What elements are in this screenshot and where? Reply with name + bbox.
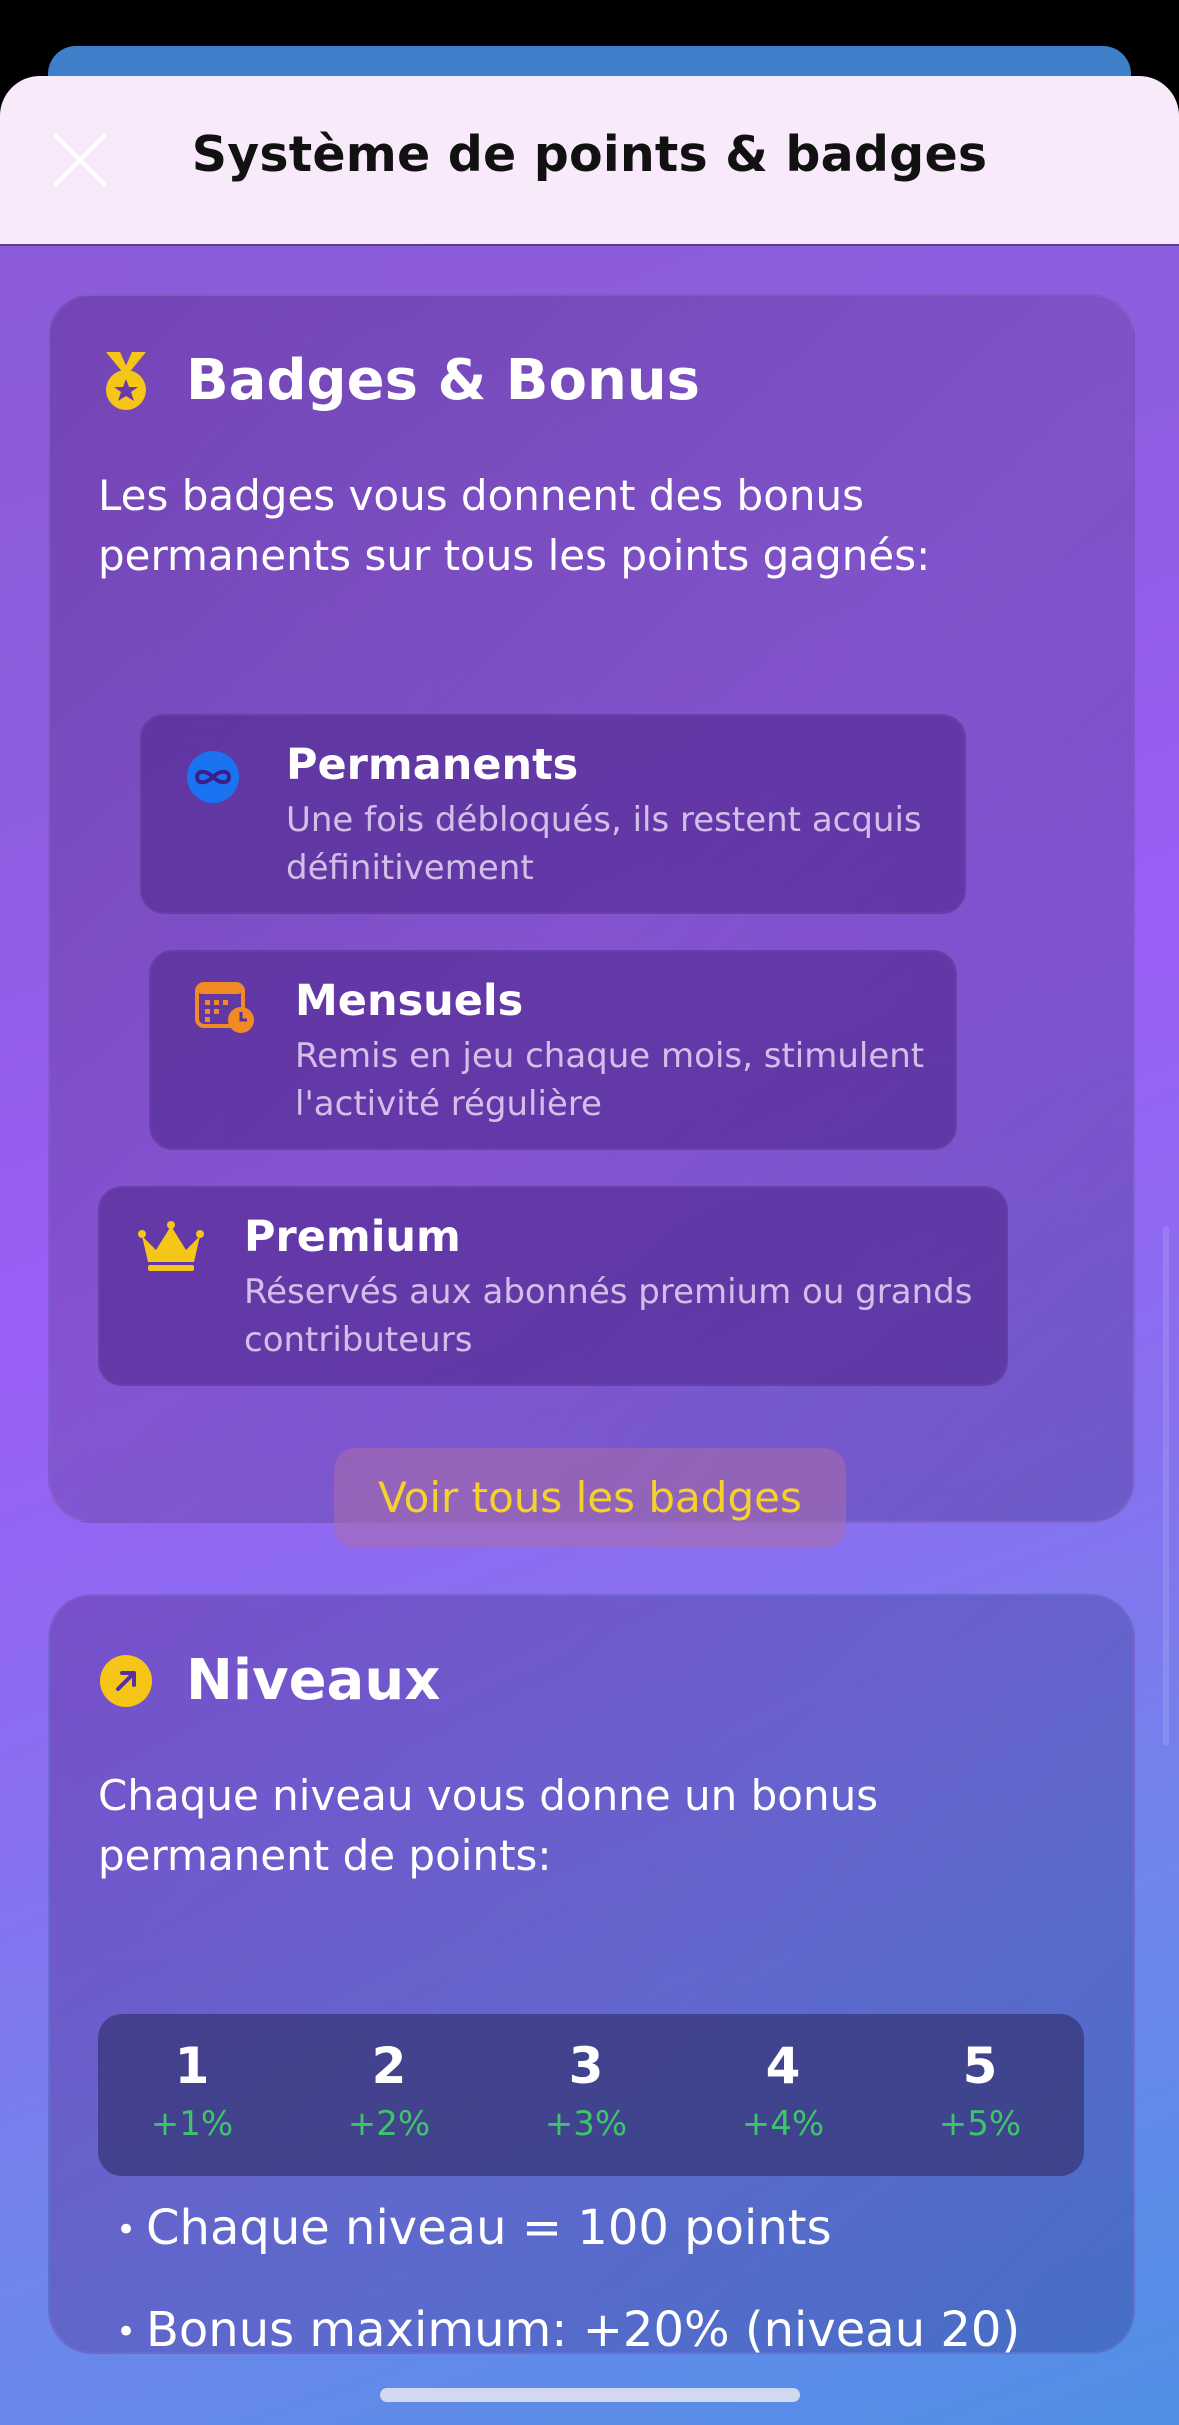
bullet-text: Chaque niveau = 100 points — [146, 2200, 832, 2256]
level-item: 3 +3% — [526, 2014, 646, 2146]
view-all-badges-button[interactable]: Voir tous les badges — [334, 1448, 846, 1548]
levels-intro: Chaque niveau vous donne un bonus perman… — [98, 1771, 879, 1880]
level-number: 5 — [962, 2037, 998, 2095]
levels-card-header: Niveaux — [98, 1648, 440, 1713]
badges-intro: Les badges vous donnent des bonus perman… — [98, 471, 931, 580]
crown-icon — [138, 1221, 204, 1271]
level-number: 4 — [765, 2037, 801, 2095]
modal-sheet: Système de points & badges Badges & Bonu… — [0, 76, 1179, 2425]
badges-card: Badges & Bonus Les badges vous donnent d… — [48, 294, 1135, 1548]
level-item: 4 +4% — [723, 2014, 843, 2146]
page-title: Système de points & badges — [191, 126, 988, 183]
level-bonus: +3% — [544, 2104, 628, 2144]
level-number: 3 — [568, 2037, 604, 2095]
levels-heading: Niveaux — [186, 1648, 441, 1713]
infinity-icon — [187, 751, 239, 803]
levels-bullet: • Chaque niveau = 100 points — [116, 2200, 832, 2256]
badge-type-title: Permanents — [286, 740, 579, 790]
levels-card: Niveaux Chaque niveau vous donne un bonu… — [48, 1594, 1135, 2358]
calendar-clock-icon — [195, 982, 254, 1033]
level-bonus: +5% — [938, 2104, 1022, 2144]
badge-type-premium: Premium Réservés aux abonnés premium ou … — [98, 1186, 1008, 1386]
home-indicator[interactable] — [380, 2388, 800, 2402]
badge-type-mensuels: Mensuels Remis en jeu chaque mois, stimu… — [149, 950, 957, 1150]
level-item: 5 +5% — [920, 2014, 1040, 2146]
badge-type-description: Réservés aux abonnés premium ou grands c… — [244, 1272, 973, 1360]
medal-icon — [106, 351, 146, 410]
badge-type-description: Remis en jeu chaque mois, stimulent l'ac… — [295, 1036, 925, 1124]
scrollbar[interactable] — [1163, 1226, 1169, 1746]
level-bonus: +4% — [741, 2104, 825, 2144]
badge-type-title: Mensuels — [295, 976, 524, 1026]
levels-table: 1 +1% 2 +2% 3 +3% 4 +4% 5 +5% — [98, 2014, 1084, 2176]
badge-type-title: Premium — [244, 1212, 461, 1262]
badges-card-header: Badges & Bonus — [98, 348, 700, 413]
level-number: 1 — [174, 2037, 210, 2095]
badge-type-description: Une fois débloqués, ils restent acquis d… — [286, 800, 922, 888]
arrow-up-right-icon — [100, 1654, 152, 1707]
badge-type-permanents: Permanents Une fois débloqués, ils reste… — [140, 714, 966, 914]
bullet-dot: • — [116, 2312, 137, 2352]
modal-header: Système de points & badges — [0, 76, 1179, 246]
levels-bullet: • Bonus maximum: +20% (niveau 20) — [116, 2302, 1021, 2358]
level-bonus: +1% — [150, 2104, 234, 2144]
level-item: 1 +1% — [132, 2014, 252, 2146]
level-number: 2 — [371, 2037, 407, 2095]
badges-heading: Badges & Bonus — [186, 348, 701, 413]
bullet-dot: • — [116, 2210, 137, 2250]
level-item: 2 +2% — [329, 2014, 449, 2146]
level-bonus: +2% — [347, 2104, 431, 2144]
bullet-text: Bonus maximum: +20% (niveau 20) — [146, 2302, 1021, 2358]
